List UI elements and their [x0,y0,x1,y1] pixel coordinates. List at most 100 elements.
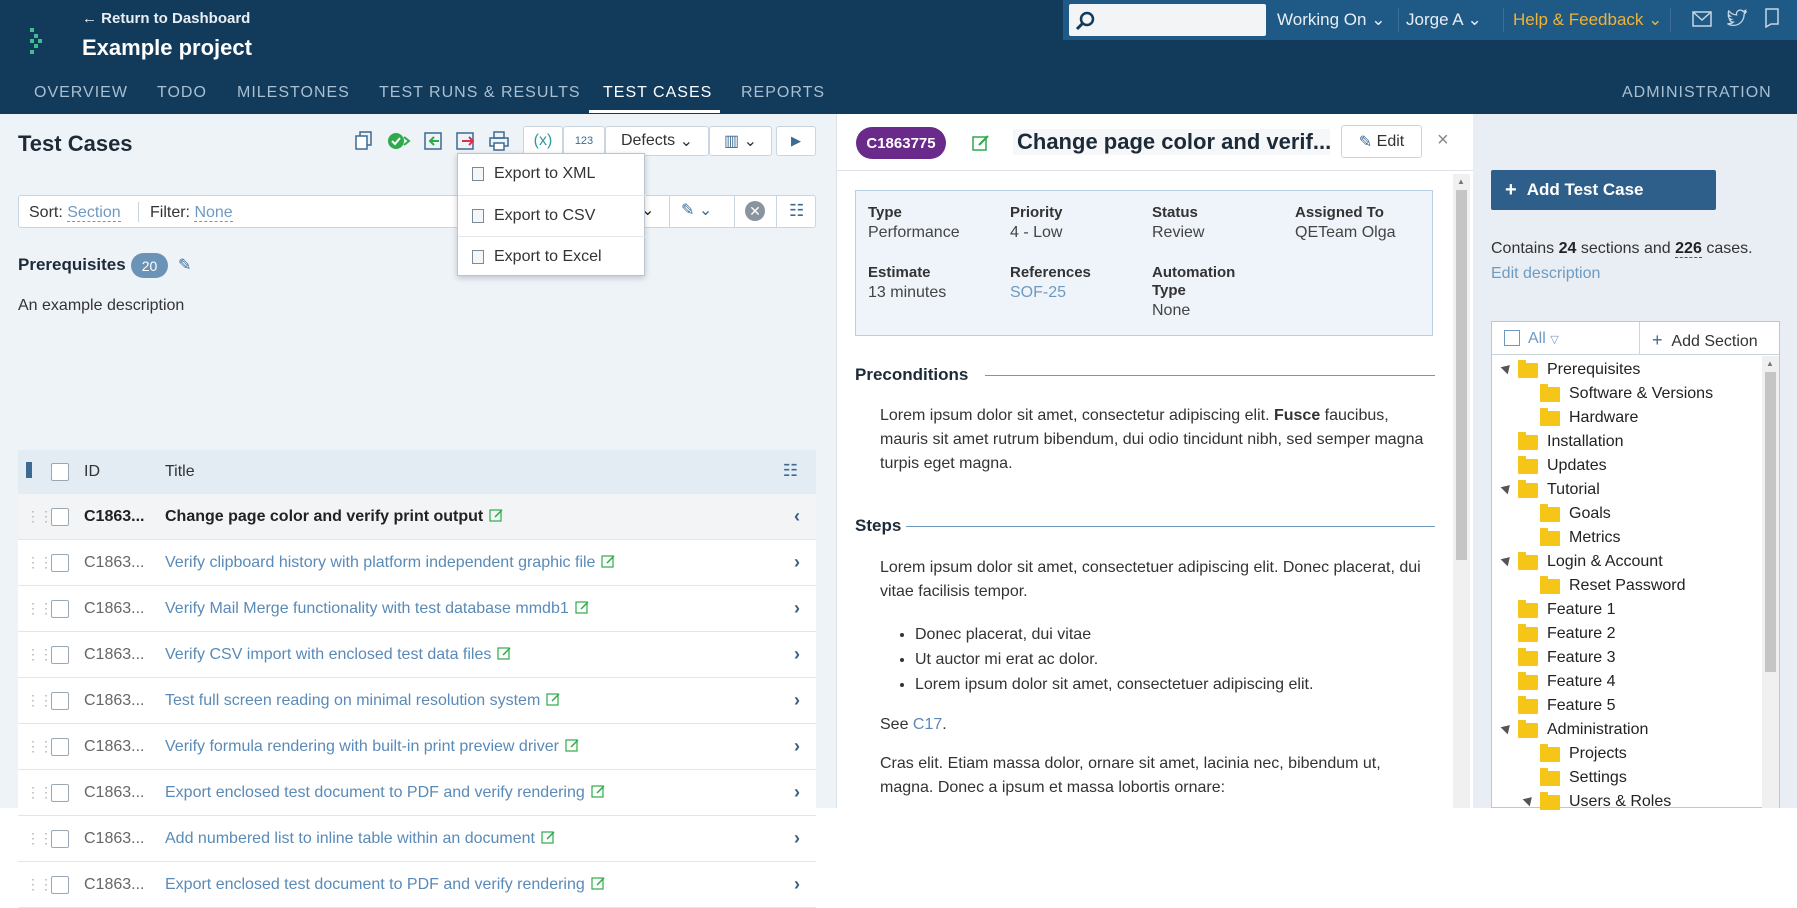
tree-item-hardware[interactable]: Hardware [1540,407,1638,427]
edit-case-icon[interactable] [591,784,606,798]
export-csv-item[interactable]: Export to CSV [458,195,646,235]
tree-item-installation[interactable]: Installation [1518,431,1624,451]
drag-handle-icon[interactable]: ⋮⋮ [26,646,53,663]
numbering-button[interactable]: 123 [563,126,605,156]
select-all-checkbox[interactable] [51,463,69,481]
table-row[interactable]: ⋮⋮ C1863... Change page color and verify p… [18,494,816,540]
filter-control[interactable]: Filter: None [150,204,233,222]
add-section-button[interactable]: + Add Section [1652,330,1758,351]
twitter-icon[interactable] [1727,9,1747,27]
tree-filter-dropdown[interactable]: All ▽ [1528,330,1559,348]
collapse-toggle-icon[interactable] [1500,361,1514,375]
edit-case-icon[interactable] [575,600,590,614]
row-checkbox[interactable] [51,738,69,756]
info-icon[interactable] [1763,8,1781,28]
scroll-up-icon[interactable]: ▲ [1457,177,1465,186]
case-title-link[interactable]: Verify Mail Merge functionality with tes… [165,600,590,618]
tree-item-login-account[interactable]: Login & Account [1518,551,1663,571]
tree-item-feature-1[interactable]: Feature 1 [1518,599,1615,619]
edit-case-icon[interactable] [497,646,512,660]
chevron-right-icon[interactable]: › [794,874,800,895]
chevron-right-icon[interactable]: › [794,598,800,619]
edit-description-link[interactable]: Edit description [1491,265,1600,283]
drag-handle-icon[interactable]: ⋮⋮ [26,738,53,755]
edit-case-icon[interactable] [541,830,556,844]
drag-handle-icon[interactable]: ⋮⋮ [26,830,53,847]
drag-handle-icon[interactable]: ⋮⋮ [26,508,53,525]
collapse-toggle-icon[interactable] [1500,553,1514,567]
edit-case-icon[interactable] [591,876,606,890]
row-checkbox[interactable] [51,554,69,572]
print-icon[interactable] [487,130,511,152]
collapse-toggle-icon[interactable] [1500,721,1514,735]
app-logo-icon[interactable] [26,26,50,56]
tree-item-reset-password[interactable]: Reset Password [1540,575,1686,595]
chevron-right-icon[interactable]: › [794,782,800,803]
close-icon[interactable]: × [1437,129,1449,152]
tree-item-goals[interactable]: Goals [1540,503,1611,523]
drag-handle-icon[interactable]: ⋮⋮ [26,876,53,893]
filter-value[interactable]: None [194,204,233,222]
return-to-dashboard-link[interactable]: ← Return to Dashboard [82,10,250,27]
chevron-right-icon[interactable]: › [794,736,800,757]
run-button[interactable]: ▶ [776,126,816,156]
row-checkbox[interactable] [51,784,69,802]
copy-icon[interactable] [352,130,376,152]
tree-item-projects[interactable]: Projects [1540,743,1627,763]
columns-view-icon[interactable]: ☷ [789,201,804,221]
row-checkbox[interactable] [51,876,69,894]
row-checkbox[interactable] [51,600,69,618]
case-title-link[interactable]: Verify formula rendering with built-in p… [165,738,580,756]
tree-item-software-versions[interactable]: Software & Versions [1540,383,1713,403]
export-xml-item[interactable]: Export to XML [458,154,646,194]
table-row[interactable]: ⋮⋮ C1863... Export enclosed test document … [18,770,816,816]
search-input[interactable] [1069,4,1266,36]
run-check-icon[interactable] [387,130,411,152]
defects-dropdown[interactable]: Defects ⌄ [605,126,709,156]
references-link[interactable]: SOF-25 [1010,284,1066,302]
edit-case-icon[interactable] [601,554,616,568]
tree-item-metrics[interactable]: Metrics [1540,527,1621,547]
tree-item-tutorial[interactable]: Tutorial [1518,479,1600,499]
table-row[interactable]: ⋮⋮ C1863... Add numbered list to inline ta… [18,816,816,862]
case-title-link[interactable]: Add numbered list to inline table within… [165,830,556,848]
table-row[interactable]: ⋮⋮ C1863... Test full screen reading on mi… [18,678,816,724]
tree-item-updates[interactable]: Updates [1518,455,1607,475]
help-feedback-dropdown[interactable]: Help & Feedback ⌄ [1513,10,1662,30]
tree-item-administration[interactable]: Administration [1518,719,1648,739]
tree-item-feature-5[interactable]: Feature 5 [1518,695,1615,715]
chevron-right-icon[interactable]: › [794,690,800,711]
drag-handle-icon[interactable]: ⋮⋮ [26,600,53,617]
column-title[interactable]: Title [165,463,195,481]
table-row[interactable]: ⋮⋮ C1863... Verify clipboard history with … [18,540,816,586]
formula-button[interactable]: (x) [523,126,563,156]
tree-scrollbar[interactable]: ▲ [1762,356,1779,808]
tree-item-feature-2[interactable]: Feature 2 [1518,623,1615,643]
edit-pencil-dropdown[interactable]: ✎ ⌄ [681,200,712,220]
tree-item-feature-3[interactable]: Feature 3 [1518,647,1615,667]
case-title-link[interactable]: Export enclosed test document to PDF and… [165,784,606,802]
sort-value[interactable]: Section [67,204,121,222]
column-settings-icon[interactable]: ☷ [783,461,798,481]
table-row[interactable]: ⋮⋮ C1863... Verify CSV import with enclose… [18,632,816,678]
add-test-case-button[interactable]: + Add Test Case [1491,170,1716,210]
tab-todo[interactable]: TODO [157,84,207,102]
table-row[interactable]: ⋮⋮ C1863... Verify formula rendering with … [18,724,816,770]
tab-test-runs-results[interactable]: TEST RUNS & RESULTS [379,84,581,102]
collapse-toggle-icon[interactable] [1500,481,1514,495]
chevron-right-icon[interactable]: › [794,828,800,849]
chevron-right-icon[interactable]: › [794,644,800,665]
tree-item-feature-4[interactable]: Feature 4 [1518,671,1615,691]
row-checkbox[interactable] [51,692,69,710]
scrollbar-thumb[interactable] [1765,372,1776,672]
case-title-link[interactable]: Test full screen reading on minimal reso… [165,692,561,710]
tab-milestones[interactable]: MILESTONES [237,84,350,102]
export-icon[interactable] [454,130,478,152]
case-title-link[interactable]: Verify CSV import with enclosed test dat… [165,646,512,664]
reports-chart-dropdown[interactable]: ▥ ⌄ [709,126,772,156]
collapse-toggle-icon[interactable] [1522,793,1536,807]
import-icon[interactable] [421,130,445,152]
export-excel-item[interactable]: Export to Excel [458,236,646,276]
case-title-link[interactable]: Verify clipboard history with platform i… [165,554,616,572]
edit-case-icon[interactable] [546,692,561,706]
